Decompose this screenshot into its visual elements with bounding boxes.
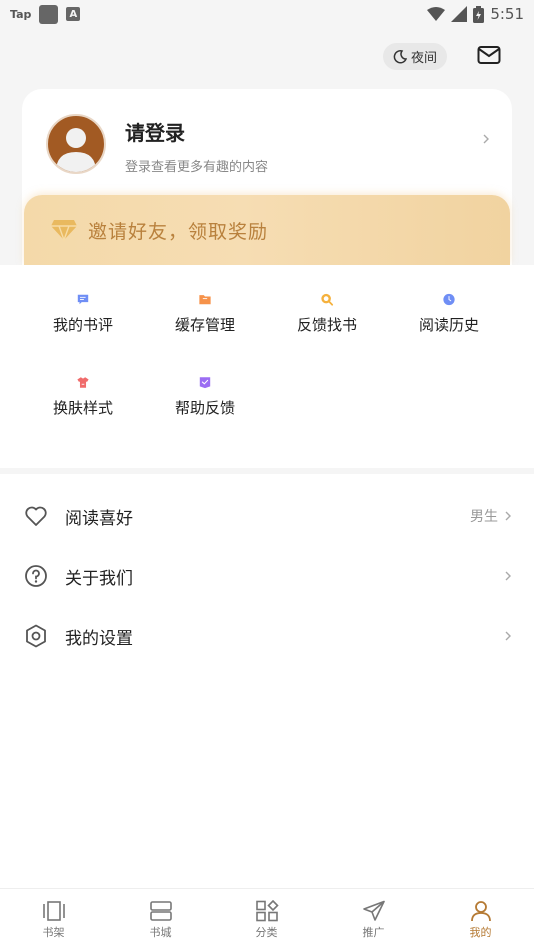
grid-item-find-book[interactable]: 反馈找书 (266, 265, 388, 335)
app-square-icon (39, 4, 59, 24)
category-icon (255, 900, 279, 922)
tab-bookstore[interactable]: 书城 (107, 889, 214, 950)
grid-label: 反馈找书 (296, 316, 357, 334)
status-time: 5:51 (490, 5, 524, 23)
grid-item-reading-history[interactable]: 阅读历史 (388, 265, 510, 335)
profile-icon (470, 901, 491, 922)
status-left: Tap A (10, 4, 81, 24)
list-item-reading-preference[interactable]: 阅读喜好 男生 (0, 486, 534, 546)
grid-item-cache-management[interactable]: 缓存管理 (144, 265, 266, 335)
status-bar: Tap A 5:51 (0, 0, 534, 28)
tab-label: 我的 (469, 926, 492, 939)
tab-label: 书城 (149, 926, 172, 939)
wifi-icon (427, 7, 446, 21)
grid-item-help-feedback[interactable]: 帮助反馈 (144, 348, 266, 418)
tab-bookshelf[interactable]: 书架 (0, 889, 107, 950)
bookshelf-icon (42, 901, 65, 921)
night-mode-button[interactable]: 夜间 (383, 43, 447, 70)
search-book-icon (321, 293, 334, 306)
list-item-my-settings[interactable]: 我的设置 (0, 606, 534, 666)
login-subtitle: 登录查看更多有趣的内容 (125, 160, 269, 175)
profile-card[interactable]: 请登录 登录查看更多有趣的内容 邀请好友，领取奖励 (22, 89, 512, 265)
moon-icon (393, 49, 407, 63)
a-notification-icon: A (66, 7, 81, 21)
folder-icon (199, 295, 211, 305)
chevron-right-icon (505, 571, 511, 581)
list-item-about-us[interactable]: 关于我们 (0, 546, 534, 606)
feature-grid: 我的书评 缓存管理 反馈找书 阅读历史 换肤样式 帮助反馈 (0, 265, 534, 468)
chevron-right-icon (505, 511, 511, 521)
grid-label: 换肤样式 (52, 399, 113, 417)
night-mode-label: 夜间 (410, 51, 437, 66)
help-check-icon (199, 377, 211, 389)
grid-item-skin-style[interactable]: 换肤样式 (22, 348, 144, 418)
grid-item-book-reviews[interactable]: 我的书评 (22, 265, 144, 335)
list-label: 阅读喜好 (65, 508, 133, 529)
grid-label: 帮助反馈 (174, 399, 235, 417)
status-right: 5:51 (427, 5, 524, 23)
bookstore-icon (149, 901, 172, 921)
tab-label: 推广 (362, 926, 385, 939)
chevron-right-icon (483, 134, 489, 144)
tab-category[interactable]: 分类 (213, 889, 320, 950)
settings-icon (26, 624, 46, 648)
tab-mine[interactable]: 我的 (427, 889, 534, 950)
diamond-icon (51, 220, 77, 242)
chevron-right-icon (505, 631, 511, 641)
list-label: 关于我们 (65, 568, 133, 589)
default-avatar-icon (56, 128, 96, 172)
list-label: 我的设置 (65, 628, 133, 649)
login-title[interactable]: 请登录 (125, 117, 185, 146)
invite-banner[interactable]: 邀请好友，领取奖励 (24, 195, 510, 265)
comment-icon (77, 294, 89, 305)
grid-label: 我的书评 (52, 316, 113, 334)
question-icon (25, 565, 47, 587)
list-value: 男生 (470, 509, 498, 525)
heart-icon (25, 506, 47, 526)
avatar[interactable] (46, 114, 106, 174)
clock-icon (443, 293, 455, 306)
mail-icon[interactable] (477, 45, 501, 65)
grid-label: 阅读历史 (418, 316, 479, 334)
invite-text: 邀请好友，领取奖励 (88, 220, 269, 243)
signal-icon (451, 6, 468, 22)
tab-promotion[interactable]: 推广 (320, 889, 427, 950)
grid-label: 缓存管理 (174, 316, 235, 334)
battery-icon (473, 5, 485, 23)
tab-label: 书架 (42, 926, 65, 939)
section-divider (0, 468, 534, 474)
bottom-tab-bar: 书架 书城 分类 推广 我的 (0, 888, 534, 950)
tap-app-label: Tap (10, 7, 32, 21)
shirt-icon (77, 377, 89, 388)
send-icon (362, 900, 385, 921)
tab-label: 分类 (255, 926, 278, 939)
